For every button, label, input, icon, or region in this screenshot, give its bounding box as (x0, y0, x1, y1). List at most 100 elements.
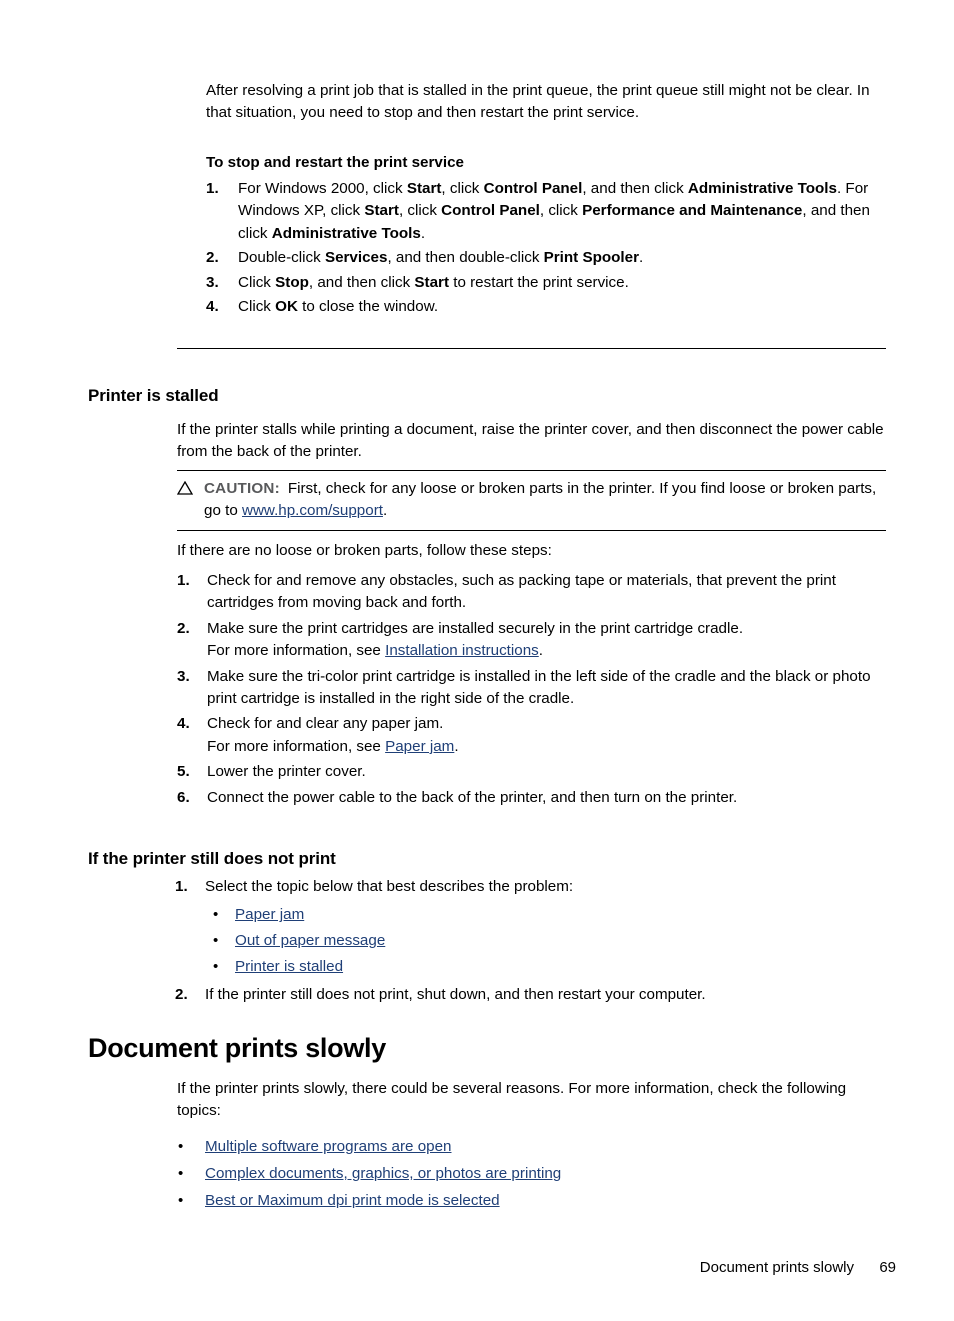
document-prints-slowly-topic-list: • Multiple software programs are open • Com… (176, 1134, 886, 1214)
step-text: Connect the power cable to the back of t… (207, 788, 738, 806)
step-number: 3. (206, 273, 219, 291)
step-text: , click (441, 180, 484, 197)
step-text: to restart the print service. (449, 273, 629, 291)
list-item: • Multiple software programs are open (176, 1134, 886, 1161)
step-text: For more information, see (207, 642, 386, 660)
list-item: • Out of paper message (205, 928, 887, 954)
bold-term: Services (324, 249, 388, 267)
topic-link[interactable]: Out of paper message (235, 932, 385, 949)
list-item: 6. Connect the power cable to the back of… (177, 787, 889, 809)
step-number: 4. (177, 715, 190, 733)
step-text: , click (398, 202, 442, 220)
step-number: 4. (206, 298, 219, 316)
step-number: 2. (177, 619, 190, 637)
step-text: , and then click (582, 180, 688, 197)
topic-link[interactable]: Best or Maximum dpi print mode is select… (205, 1192, 500, 1209)
topic-link[interactable]: Complex documents, graphics, or photos a… (205, 1165, 561, 1182)
step-text: For Windows 2000, click (238, 180, 407, 197)
bold-term: Administrative Tools (271, 224, 421, 242)
list-item: 5. Lower the printer cover. (177, 761, 889, 783)
list-item: 4. Click OK to close the window. (206, 296, 896, 318)
bullet-marker-icon: • (213, 958, 219, 976)
step-number: 6. (177, 788, 190, 806)
step-text: For more information, see (207, 737, 386, 755)
step-text: , and then double-click (387, 249, 544, 267)
step-text: . (454, 737, 459, 755)
step-text: , click (539, 202, 583, 220)
step-text: Check for and remove any obstacles, such… (207, 572, 836, 612)
list-item: 1. Check for and remove any obstacles, su… (177, 570, 889, 615)
list-item: 1. For Windows 2000, click Start, click C… (206, 178, 896, 245)
hp-support-link[interactable]: www.hp.com/support (242, 502, 383, 519)
step-text: Lower the printer cover. (207, 763, 366, 781)
inline-link[interactable]: Paper jam (385, 738, 454, 755)
step-text: Make sure the print cartridges are insta… (207, 619, 744, 637)
restart-service-heading: To stop and restart the print service (206, 154, 464, 171)
bullet-marker-icon: • (178, 1191, 184, 1209)
section-divider (177, 348, 886, 349)
footer-page-number: 69 (879, 1259, 896, 1276)
bullet-marker-icon: • (213, 932, 219, 950)
step-text: . (538, 642, 543, 660)
step-text: If the printer still does not print, shu… (205, 986, 706, 1004)
step-text: . (420, 224, 426, 242)
list-item: • Complex documents, graphics, or photos … (176, 1161, 886, 1188)
topic-link[interactable]: Paper jam (235, 906, 304, 923)
step-number: 1. (177, 572, 190, 589)
caution-text-after-link: . (382, 502, 388, 520)
bold-term: Control Panel (441, 202, 540, 220)
caution-label: CAUTION: (204, 480, 280, 497)
list-item: • Printer is stalled (205, 954, 887, 980)
footer-title: Document prints slowly (699, 1259, 854, 1276)
bold-term: Control Panel (483, 180, 583, 197)
heading-still-does-not-print: If the printer still does not print (88, 849, 336, 868)
list-item: 3. Make sure the tri-color print cartridg… (177, 666, 889, 711)
printer-stalled-steps: 1. Check for and remove any obstacles, su… (177, 570, 889, 812)
step-number: 2. (206, 249, 219, 267)
topic-link-list: • Paper jam • Out of paper message • Printer … (205, 902, 887, 980)
step-text: Check for and clear any paper jam. (207, 715, 444, 733)
step-number: 1. (175, 878, 188, 895)
restart-service-steps: 1. For Windows 2000, click Start, click C… (206, 178, 896, 318)
steps-intro-paragraph: If there are no loose or broken parts, f… (177, 542, 552, 559)
list-item: 1. Select the topic below that best descr… (175, 876, 887, 980)
intro-paragraph: After resolving a print job that is stal… (206, 82, 870, 122)
list-item: • Best or Maximum dpi print mode is selec… (176, 1188, 886, 1215)
step-number: 5. (177, 763, 190, 781)
bullet-marker-icon: • (178, 1164, 184, 1182)
heading-document-prints-slowly: Document prints slowly (88, 1033, 386, 1063)
caution-note: CAUTION: First, check for any loose or br… (176, 470, 886, 531)
list-item: 4. Check for and clear any paper jam. For … (177, 713, 889, 758)
step-text: Click (238, 273, 276, 291)
document-page: After resolving a print job that is stal… (0, 0, 954, 1321)
step-number: 3. (177, 667, 190, 685)
caution-body: CAUTION: First, check for any loose or br… (176, 471, 886, 530)
heading-printer-is-stalled: Printer is stalled (88, 386, 219, 405)
bold-term: Performance and Maintenance (582, 202, 803, 220)
step-text: , and then click (308, 273, 415, 291)
printer-stalled-paragraph: If the printer stalls while printing a d… (177, 421, 884, 461)
bullet-marker-icon: • (213, 906, 219, 924)
page-footer: Document prints slowly 69 (0, 1258, 954, 1280)
step-text: Double-click (238, 249, 325, 267)
bold-term: Start (406, 180, 442, 197)
step-text: Select the topic below that best describ… (205, 878, 574, 895)
topic-link[interactable]: Printer is stalled (235, 958, 343, 975)
list-item: 2. Double-click Services, and then double… (206, 247, 896, 269)
step-number: 2. (175, 986, 188, 1004)
inline-link[interactable]: Installation instructions (385, 642, 539, 659)
topic-link[interactable]: Multiple software programs are open (205, 1138, 452, 1155)
bold-term: Start (414, 273, 450, 291)
list-item: 2. Make sure the print cartridges are ins… (177, 618, 889, 663)
list-item: 3. Click Stop, and then click Start to re… (206, 272, 896, 294)
step-text: to close the window. (297, 298, 439, 316)
step-text: Click (238, 298, 276, 316)
bold-term: OK (275, 298, 298, 316)
step-number: 1. (206, 180, 219, 197)
still-not-print-steps: 1. Select the topic below that best descr… (175, 876, 887, 1008)
step-text: Make sure the tri-color print cartridge … (207, 667, 871, 708)
caution-rule-bottom (177, 529, 886, 531)
bold-term: Stop (275, 273, 309, 291)
warning-triangle-icon (176, 480, 194, 495)
list-item: 2. If the printer still does not print, s… (175, 984, 887, 1006)
